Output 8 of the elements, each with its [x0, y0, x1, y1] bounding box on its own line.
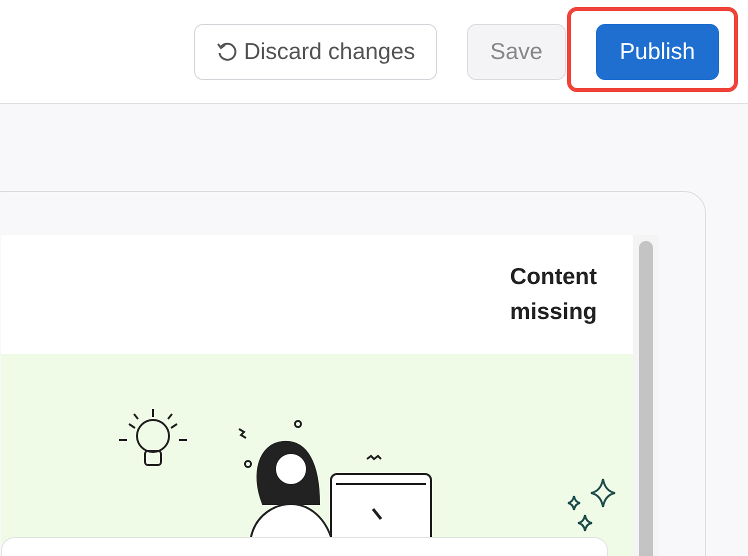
publish-button[interactable]: Publish: [596, 24, 719, 80]
undo-icon: [216, 40, 238, 62]
save-button[interactable]: Save: [467, 24, 566, 80]
sparkle-icon: [567, 478, 616, 532]
discard-changes-button[interactable]: Discard changes: [194, 24, 438, 80]
content-status: Content missing: [510, 262, 598, 326]
lightbulb-icon: [118, 408, 188, 466]
scrollbar-thumb[interactable]: [639, 241, 653, 556]
